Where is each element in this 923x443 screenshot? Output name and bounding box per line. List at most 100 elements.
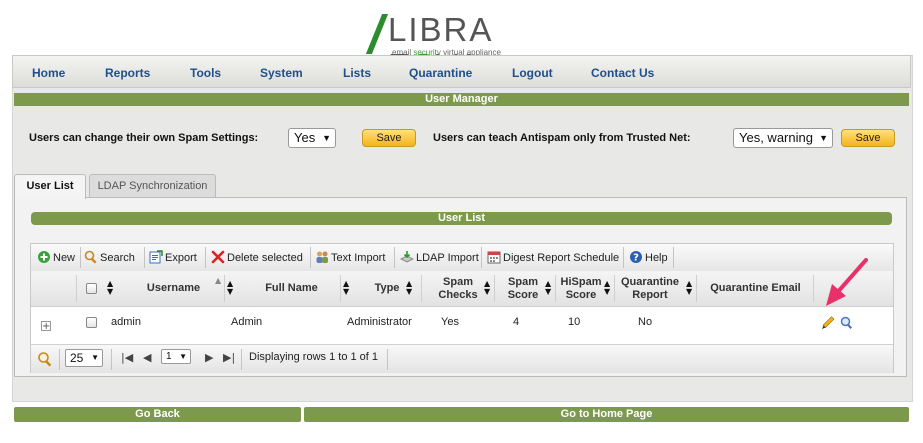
cell-hispam-score: 10 <box>568 316 581 328</box>
sort-arrows-icon[interactable]: ▲ ▼ <box>545 280 553 296</box>
column-header-quarantine-report-line2: Report <box>632 288 668 301</box>
panel-title-bar: User List <box>31 212 892 225</box>
footer-divider <box>111 349 112 370</box>
tab-ldap-synchronization[interactable]: LDAP Synchronization <box>89 174 216 198</box>
toolbar-divider <box>205 247 206 268</box>
column-header-spam-score[interactable]: Spam Score <box>497 271 549 306</box>
search-label: Search <box>100 252 135 264</box>
table-row[interactable]: admin Admin Administrator Yes 4 10 No <box>31 307 893 337</box>
new-label: New <box>53 252 76 264</box>
export-icon <box>149 250 163 264</box>
nav-quarantine[interactable]: Quarantine <box>409 66 472 80</box>
tab-user-list[interactable]: User List <box>14 174 86 199</box>
digest-report-schedule-button[interactable]: Digest Report Schedule <box>487 250 619 266</box>
help-icon: ? <box>630 251 642 264</box>
export-button[interactable]: Export <box>149 250 197 266</box>
column-divider <box>555 275 556 302</box>
users-icon <box>316 251 328 263</box>
cell-type: Administrator <box>347 316 412 328</box>
column-header-quarantine-report[interactable]: Quarantine Report <box>615 271 685 306</box>
add-icon <box>38 251 50 263</box>
sort-arrows-icon[interactable]: ▲ ▼ <box>484 280 492 296</box>
filter-search-icon[interactable] <box>37 351 53 367</box>
go-back-button[interactable]: Go Back <box>14 407 301 422</box>
sort-arrows-icon[interactable]: ▲ ▼ <box>406 280 414 296</box>
column-header-spam-score-line2: Score <box>507 288 539 301</box>
spam-settings-select[interactable]: Yes ▼ <box>288 128 336 148</box>
nav-lists[interactable]: Lists <box>343 66 371 80</box>
help-label: Help <box>645 252 668 264</box>
save-trusted-net-button[interactable]: Save <box>841 129 895 147</box>
view-magnifier-icon[interactable] <box>840 316 854 330</box>
nav-system[interactable]: System <box>260 66 303 80</box>
footer-divider <box>59 349 60 370</box>
footer-divider <box>387 349 388 370</box>
export-label: Export <box>165 252 197 264</box>
cell-quarantine-report: No <box>638 316 653 328</box>
logo-slash-icon <box>365 14 389 54</box>
next-page-icon[interactable]: ▶ <box>205 351 213 364</box>
delete-selected-button[interactable]: Delete selected <box>211 250 303 266</box>
cell-spam-checks: Yes <box>441 316 459 328</box>
save-spam-settings-button[interactable]: Save <box>362 129 416 147</box>
column-header-quarantine-report-line1: Quarantine <box>620 275 680 288</box>
column-header-spam-checks-line2: Checks <box>438 288 478 301</box>
column-header-full-name[interactable]: Full Name <box>239 271 344 306</box>
main-nav: Home Reports Tools System Lists Quaranti… <box>12 55 911 88</box>
spam-settings-value: Yes <box>294 130 316 145</box>
grid-footer: 25 ▼ |◀ ◀ 1 ▼ ▶ ▶| Displaying rows 1 to 1 … <box>31 344 893 373</box>
column-divider <box>494 275 495 302</box>
column-header-hispam-score-line2: Score <box>565 288 597 301</box>
sort-arrows-icon[interactable]: ▲ ▼ <box>343 280 351 296</box>
sort-arrows-icon[interactable]: ▲ ▼ <box>604 280 612 296</box>
nav-contact-us[interactable]: Contact Us <box>591 66 654 80</box>
nav-tools[interactable]: Tools <box>190 66 221 80</box>
toolbar-divider <box>623 247 624 268</box>
annotation-arrow-icon <box>826 258 868 306</box>
previous-page-icon[interactable]: ◀ <box>143 351 151 364</box>
cell-username: admin <box>111 316 141 328</box>
expand-row-icon[interactable]: + <box>41 321 51 332</box>
nav-reports[interactable]: Reports <box>105 66 150 80</box>
ldap-import-button[interactable]: LDAP Import <box>400 250 479 266</box>
column-header-hispam-score[interactable]: HiSpam Score <box>557 271 605 306</box>
page-number-select[interactable]: 1 ▼ <box>161 349 191 364</box>
first-page-icon[interactable]: |◀ <box>121 351 133 364</box>
trusted-net-label: Users can teach Antispam only from Trust… <box>433 132 691 144</box>
nav-home[interactable]: Home <box>32 66 65 80</box>
new-button[interactable]: New <box>37 250 75 266</box>
select-all-checkbox[interactable] <box>86 283 97 294</box>
column-header-hispam-score-line1: HiSpam <box>560 275 602 288</box>
page-number-value: 1 <box>166 351 172 362</box>
column-header-spam-checks[interactable]: Spam Checks <box>423 271 493 306</box>
sort-arrows-icon[interactable]: ▲ ▼ <box>107 280 115 296</box>
help-button[interactable]: ? Help <box>629 250 668 266</box>
footer-divider <box>241 349 242 370</box>
spam-settings-label: Users can change their own Spam Settings… <box>29 132 259 144</box>
nav-logout[interactable]: Logout <box>512 66 553 80</box>
column-header-spam-score-line1: Spam <box>508 275 538 288</box>
toolbar-divider <box>481 247 482 268</box>
column-header-spam-checks-line1: Spam <box>443 275 473 288</box>
svg-text:?: ? <box>633 253 639 264</box>
text-import-button[interactable]: Text Import <box>315 250 385 266</box>
search-button[interactable]: Search <box>84 250 135 266</box>
toolbar-divider <box>80 247 81 268</box>
column-divider <box>340 275 341 302</box>
column-divider <box>696 275 697 302</box>
sort-arrows-icon[interactable]: ▲ ▼ <box>686 280 694 296</box>
brand-logo: LIBRA ESVA email security virtual applia… <box>365 8 572 84</box>
grid-toolbar: New Search Export Delete selected Text I… <box>31 244 893 272</box>
column-header-quarantine-email[interactable]: Quarantine Email <box>698 271 813 306</box>
text-import-label: Text Import <box>331 252 386 264</box>
edit-pencil-icon[interactable] <box>821 316 835 330</box>
search-icon <box>84 250 97 264</box>
dropdown-arrow-icon: ▼ <box>819 133 828 143</box>
row-checkbox[interactable] <box>86 317 97 328</box>
go-to-home-page-button[interactable]: Go to Home Page <box>304 407 909 422</box>
sort-arrows-icon[interactable]: ▲ ▼ <box>227 280 235 296</box>
last-page-icon[interactable]: ▶| <box>223 351 235 364</box>
page-size-select[interactable]: 25 ▼ <box>65 349 103 367</box>
column-header-username[interactable]: Username <box>121 271 226 306</box>
trusted-net-select[interactable]: Yes, warning ▼ <box>733 128 833 148</box>
